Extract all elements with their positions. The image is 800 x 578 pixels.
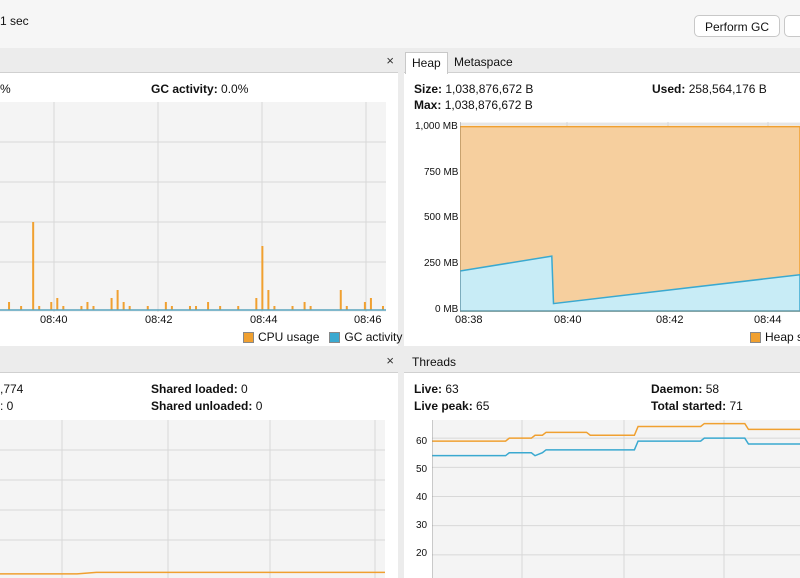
toolbar: 1 sec Perform GC — [0, 0, 800, 48]
threads-live-value: 63 — [445, 382, 459, 396]
threads-live-peak-label: Live peak: — [414, 399, 473, 413]
heap-panel: Heap Metaspace Size: 1,038,876,672 B Max… — [404, 52, 800, 346]
tab-metaspace[interactable]: Metaspace — [448, 52, 519, 72]
cpu-usage-bar — [261, 246, 264, 310]
gc-activity-value: 0.0% — [221, 82, 249, 96]
heap-used-value: 258,564,176 B — [688, 82, 767, 96]
classes-loaded-stat: ,774 — [0, 382, 24, 396]
cpu-chart — [0, 102, 386, 312]
cpu-panel: × % GC activity: 0.0% 08:40 08:42 08:44 … — [0, 52, 402, 346]
heap-y-tick-label: 750 MB — [424, 167, 459, 178]
threads-y-tick-label: 20 — [416, 548, 428, 559]
cpu-usage-bar — [267, 290, 270, 310]
threads-live-label: Live: — [414, 382, 443, 396]
threads-y-tick-label: 60 — [416, 436, 428, 447]
cpu-x-tick-label: 08:40 — [40, 314, 68, 326]
classes-panel: × ,774 : 0 Shared loaded: 0 Shared unloa… — [0, 352, 398, 578]
cpu-usage-bar — [110, 298, 113, 310]
cpu-usage-bar — [116, 290, 119, 310]
cpu-x-tick-label: 08:46 — [354, 314, 382, 326]
heap-max-label: Max: — [414, 98, 442, 112]
threads-y-tick-label: 50 — [416, 464, 428, 475]
cpu-usage-bar — [339, 290, 342, 310]
heap-y-tick-label: 500 MB — [424, 212, 459, 223]
gc-activity-stat: GC activity: 0.0% — [151, 82, 248, 96]
classes-unloaded-stat: : 0 — [0, 399, 14, 413]
threads-daemon-value: 58 — [705, 382, 720, 396]
classes-chart — [0, 420, 385, 578]
threads-daemon-stat: Daemon: 58 — [651, 382, 719, 396]
cpu-usage-bar — [122, 302, 125, 310]
shared-loaded-stat: Shared loaded: 0 — [151, 382, 248, 396]
cpu-x-tick-label: 08:44 — [250, 314, 278, 326]
close-icon[interactable]: × — [386, 353, 394, 368]
classes-tabbar: × — [0, 352, 398, 373]
refresh-interval-text: 1 sec — [0, 14, 29, 28]
tab-heap[interactable]: Heap — [405, 52, 448, 74]
tab-threads[interactable]: Threads — [406, 352, 462, 372]
threads-daemon-label: Daemon: — [651, 382, 703, 396]
legend-gc-activity: GC activity — [344, 330, 403, 344]
cpu-usage-bar — [255, 298, 258, 310]
cpu-legend: CPU usage GC activity — [243, 330, 402, 344]
legend-heap-size: Heap s — [765, 330, 800, 344]
shared-unloaded-value: 0 — [255, 399, 263, 413]
shared-loaded-value: 0 — [241, 382, 248, 396]
threads-live-stat: Live: 63 — [414, 382, 459, 396]
heap-tabbar: Heap Metaspace — [404, 52, 800, 74]
cpu-usage-bar — [303, 302, 306, 310]
heap-dump-button[interactable] — [784, 15, 800, 37]
threads-total-started-label: Total started: — [651, 399, 727, 413]
cpu-usage-stat: % — [0, 82, 11, 96]
heap-max-stat: Max: 1,038,876,672 B — [414, 98, 533, 112]
threads-panel: Threads Live: 63 Live peak: 65 Daemon: 5… — [404, 352, 800, 578]
threads-chart — [432, 420, 800, 578]
cpu-usage-swatch — [243, 331, 254, 343]
cpu-usage-bar — [369, 298, 372, 310]
threads-total-started-value: 71 — [729, 399, 743, 413]
cpu-usage-bar — [50, 302, 53, 310]
cpu-usage-bar — [32, 222, 35, 310]
heap-max-value: 1,038,876,672 B — [444, 98, 533, 112]
threads-live-peak-stat: Live peak: 65 — [414, 399, 489, 413]
legend-cpu-usage: CPU usage — [258, 330, 320, 344]
cpu-usage-bar — [164, 302, 167, 310]
threads-total-started-stat: Total started: 71 — [651, 399, 743, 413]
heap-chart — [460, 122, 800, 312]
cpu-usage-bar — [363, 302, 366, 310]
heap-size-swatch — [750, 331, 761, 343]
cpu-usage-bar — [56, 298, 59, 310]
gc-activity-label: GC activity: — [151, 82, 218, 96]
heap-size-value: 1,038,876,672 B — [445, 82, 534, 96]
heap-used-stat: Used: 258,564,176 B — [652, 82, 767, 96]
close-icon[interactable]: × — [386, 53, 394, 68]
cpu-x-tick-label: 08:42 — [145, 314, 173, 326]
threads-y-tick-label: 40 — [416, 492, 428, 503]
threads-tabbar: Threads — [404, 352, 800, 373]
cpu-usage-bar — [86, 302, 89, 310]
heap-size-stat: Size: 1,038,876,672 B — [414, 82, 533, 96]
heap-x-tick-label: 08:44 — [754, 314, 782, 326]
heap-x-tick-label: 08:40 — [554, 314, 582, 326]
cpu-usage-bar — [207, 302, 210, 310]
heap-y-tick-label: 250 MB — [424, 258, 459, 269]
heap-x-tick-label: 08:42 — [656, 314, 684, 326]
perform-gc-button[interactable]: Perform GC — [694, 15, 780, 37]
heap-size-label: Size: — [414, 82, 443, 96]
heap-x-tick-label: 08:38 — [455, 314, 483, 326]
heap-y-tick-label: 1,000 MB — [415, 121, 458, 132]
cpu-usage-bar — [8, 302, 11, 310]
shared-loaded-label: Shared loaded: — [151, 382, 238, 396]
heap-used-label: Used: — [652, 82, 686, 96]
heap-legend: Heap s — [750, 330, 800, 344]
threads-live-peak-value: 65 — [476, 399, 490, 413]
shared-unloaded-stat: Shared unloaded: 0 — [151, 399, 262, 413]
gc-activity-swatch — [329, 331, 341, 343]
threads-y-tick-label: 30 — [416, 520, 428, 531]
cpu-tabbar: × — [0, 52, 398, 73]
shared-unloaded-label: Shared unloaded: — [151, 399, 253, 413]
